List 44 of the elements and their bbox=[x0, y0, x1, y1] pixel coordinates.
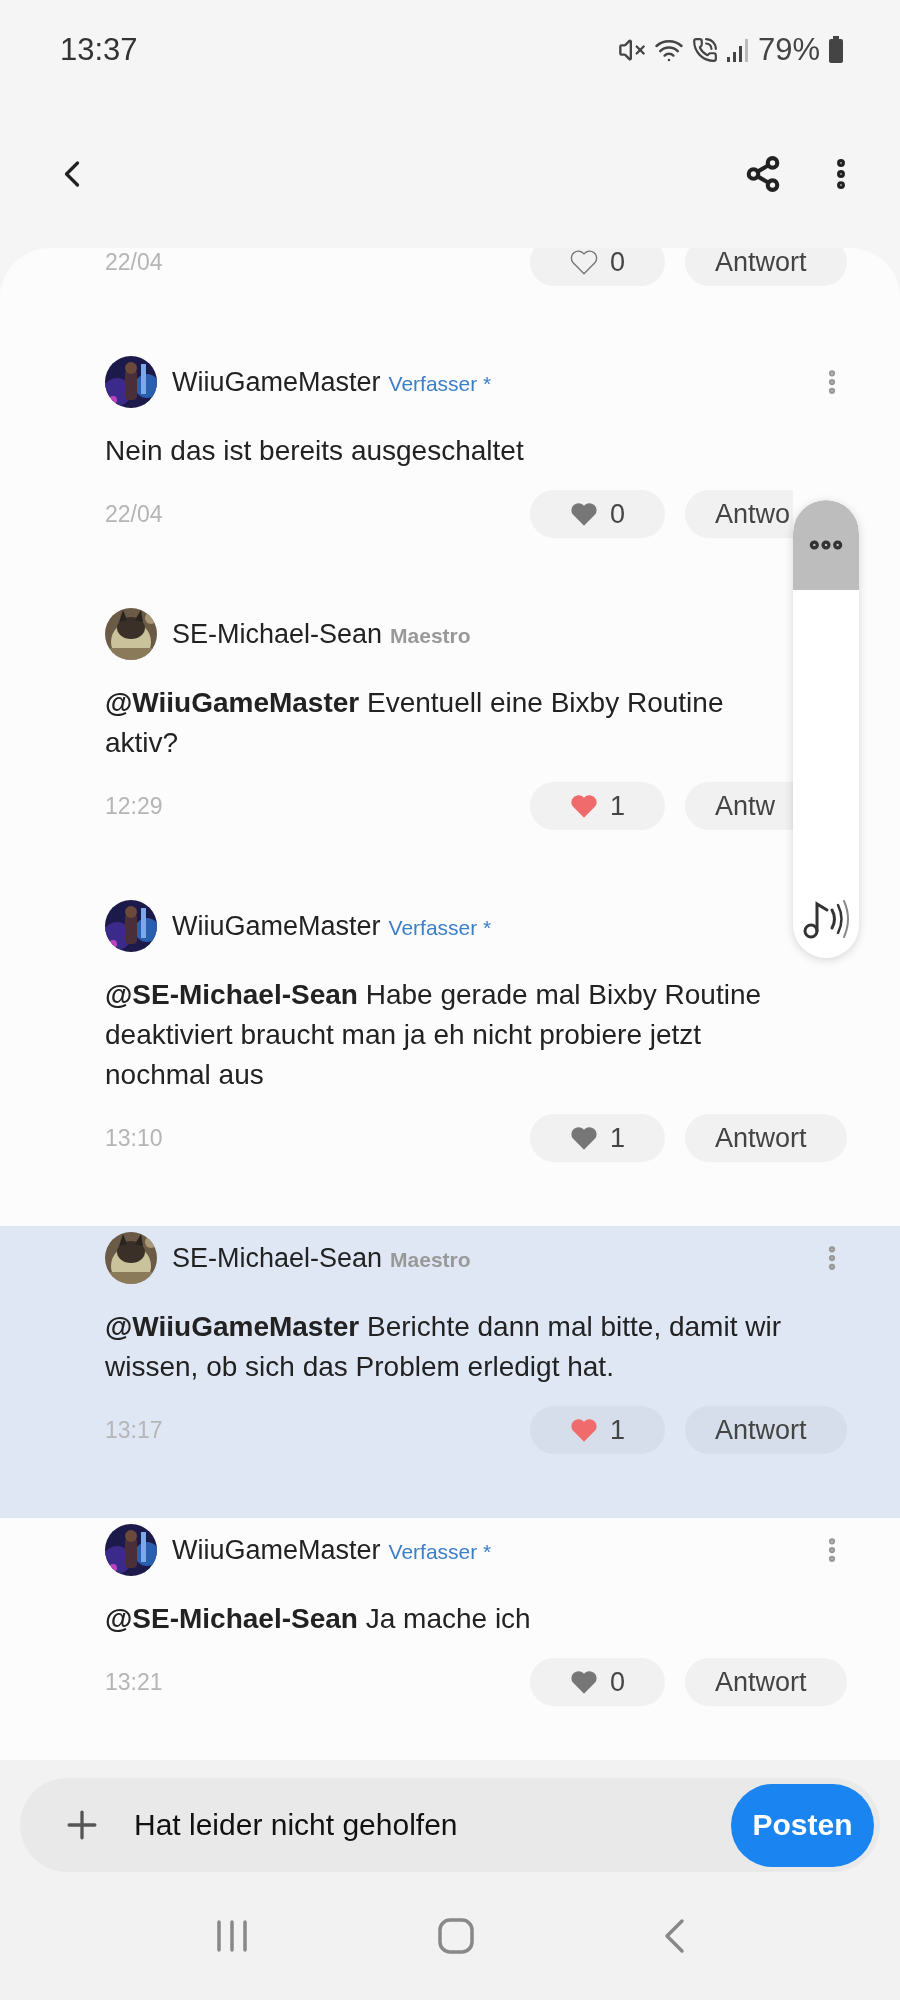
author-role: Verfasser * bbox=[388, 1540, 492, 1564]
comment-field[interactable]: Hat leider nicht geholfen Posten bbox=[20, 1778, 880, 1872]
like-button[interactable]: 1 bbox=[530, 1406, 665, 1454]
comment-date: 13:17 bbox=[105, 1416, 163, 1444]
author-name[interactable]: SE-Michael-Sean bbox=[172, 1242, 383, 1274]
author-role: Maestro bbox=[390, 624, 471, 648]
like-button[interactable]: 1 bbox=[530, 1114, 665, 1162]
comment-text: Nein das ist bereits ausgeschaltet bbox=[105, 434, 525, 468]
author-name[interactable]: WiiuGameMaster bbox=[172, 1534, 381, 1566]
recents-icon[interactable] bbox=[214, 1919, 249, 1953]
author-name[interactable]: SE-Michael-Sean bbox=[172, 618, 383, 650]
call-icon bbox=[691, 37, 718, 63]
comment-text: @SE-Michael-Sean Habe gerade mal Bixby Routine deaktiviert braucht man ja eh nicht probiere jetzt nochmal aus bbox=[105, 978, 763, 1092]
reply-button[interactable]: Antwort bbox=[685, 1658, 847, 1706]
author-role: Verfasser * bbox=[388, 916, 492, 940]
share-icon[interactable] bbox=[744, 155, 782, 193]
post-button[interactable]: Posten bbox=[731, 1783, 874, 1867]
comment-text: @WiiuGameMaster Berichte dann mal bitte, damit wir wissen, ob sich das Problem erledigt hat. bbox=[105, 1310, 782, 1384]
author-name[interactable]: WiiuGameMaster bbox=[172, 910, 381, 942]
status-time: 13:37 bbox=[60, 32, 138, 68]
author-role: Verfasser * bbox=[388, 372, 492, 396]
reply-button[interactable]: Antwort bbox=[685, 1406, 847, 1454]
battery-icon bbox=[828, 36, 844, 64]
signal-icon bbox=[725, 37, 750, 63]
like-button[interactable]: 0 bbox=[530, 248, 665, 286]
comment-input[interactable]: Hat leider nicht geholfen bbox=[134, 1808, 731, 1842]
comment-date: 13:21 bbox=[105, 1668, 163, 1696]
comment-text: @SE-Michael-Sean Ja mache ich bbox=[105, 1602, 532, 1636]
author-name[interactable]: WiiuGameMaster bbox=[172, 366, 381, 398]
reply-button[interactable]: Antw bbox=[685, 782, 793, 830]
comment-date: 13:10 bbox=[105, 1124, 163, 1152]
comment-date: 12:29 bbox=[105, 792, 163, 820]
like-button[interactable]: 1 bbox=[530, 782, 665, 830]
reply-button[interactable]: Antwo bbox=[685, 490, 793, 538]
author-role: Maestro bbox=[390, 1248, 471, 1272]
comment-date: 22/04 bbox=[105, 248, 163, 276]
battery-percent: 79% bbox=[757, 32, 820, 68]
reply-button[interactable]: Antwort bbox=[685, 248, 847, 286]
comment-date: 22/04 bbox=[105, 500, 163, 528]
comment-text: @WiiuGameMaster Eventuell eine Bixby Routine aktiv? bbox=[105, 686, 725, 760]
like-button[interactable]: 0 bbox=[530, 490, 665, 538]
like-button[interactable]: 0 bbox=[530, 1658, 665, 1706]
home-icon[interactable] bbox=[438, 1918, 474, 1954]
reply-button[interactable]: Antwort bbox=[685, 1114, 847, 1162]
